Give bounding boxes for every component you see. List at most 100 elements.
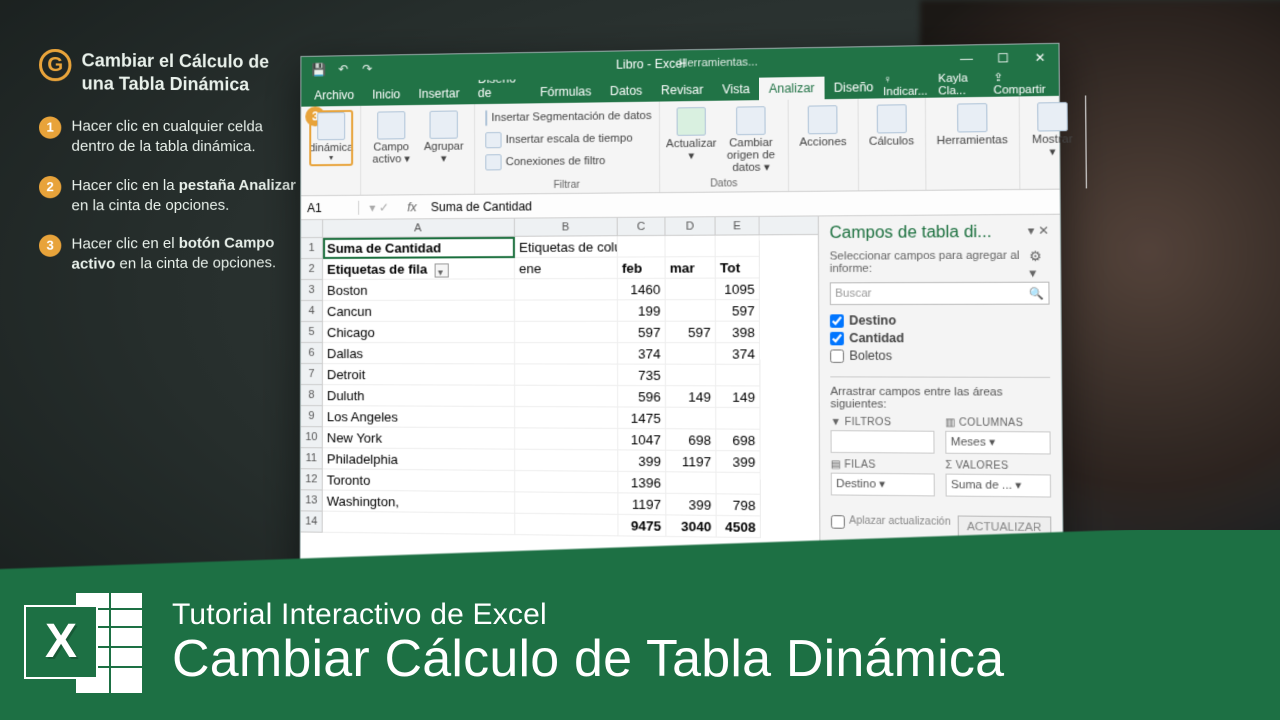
cell[interactable]: 597: [618, 322, 666, 343]
filter-item[interactable]: Insertar escala de tiempo: [483, 128, 650, 150]
cell[interactable]: [618, 236, 666, 258]
ribbon-tab-inicio[interactable]: Inicio: [363, 83, 409, 106]
cell[interactable]: feb: [618, 257, 666, 279]
rows-drop[interactable]: Destino ▾: [831, 473, 935, 497]
redo-icon[interactable]: ↷: [357, 59, 377, 79]
cell[interactable]: Detroit: [323, 364, 515, 386]
row-header[interactable]: 2: [301, 259, 323, 280]
cell[interactable]: [666, 300, 716, 322]
row-header[interactable]: 12: [301, 469, 323, 490]
cell[interactable]: 1197: [666, 451, 716, 473]
cell[interactable]: Boston: [323, 279, 515, 301]
cell[interactable]: [515, 471, 618, 493]
cell[interactable]: 698: [666, 429, 716, 451]
col-header-a[interactable]: A: [323, 219, 515, 237]
cell[interactable]: Etiquetas de columna: [515, 236, 618, 258]
cell[interactable]: 1460: [618, 279, 666, 301]
cell[interactable]: [515, 279, 618, 301]
cell[interactable]: 735: [618, 365, 666, 387]
dropdown-icon[interactable]: [435, 263, 449, 277]
col-header-c[interactable]: C: [618, 218, 666, 236]
tools-button[interactable]: Herramientas: [934, 101, 1010, 150]
cell[interactable]: 199: [618, 300, 666, 322]
row-header[interactable]: 11: [301, 448, 323, 469]
cell[interactable]: 1095: [716, 278, 760, 300]
cell[interactable]: 1197: [618, 493, 666, 515]
cell[interactable]: Duluth: [323, 385, 515, 407]
cell[interactable]: 597: [716, 300, 760, 322]
cell[interactable]: [515, 428, 618, 450]
cell[interactable]: [666, 343, 716, 365]
filters-drop[interactable]: [831, 430, 935, 454]
field-checkbox[interactable]: Destino: [830, 313, 1050, 328]
row-header[interactable]: 13: [301, 490, 323, 511]
gear-icon[interactable]: ⚙ ▾: [1029, 248, 1049, 282]
cell[interactable]: [515, 322, 618, 343]
ribbon-tab-revisar[interactable]: Revisar: [652, 78, 713, 101]
cell[interactable]: Los Angeles: [323, 406, 515, 428]
save-icon[interactable]: 💾: [309, 59, 329, 79]
cell[interactable]: [716, 408, 760, 430]
cell[interactable]: Tot: [716, 257, 760, 279]
cell[interactable]: [515, 407, 618, 429]
col-header-e[interactable]: E: [716, 217, 760, 235]
row-header[interactable]: 5: [301, 322, 323, 343]
cell[interactable]: 596: [618, 386, 666, 408]
col-header-b[interactable]: B: [515, 218, 618, 236]
cell[interactable]: Etiquetas de fila: [323, 258, 515, 280]
cell[interactable]: [515, 364, 618, 386]
name-box[interactable]: A1: [301, 200, 359, 214]
cell[interactable]: [515, 343, 618, 364]
user-label[interactable]: Kayla Cla...: [938, 72, 982, 98]
cell[interactable]: Philadelphia: [323, 448, 515, 471]
cell[interactable]: 374: [716, 343, 760, 365]
row-header[interactable]: 10: [301, 427, 323, 448]
ribbon-tab-fórmulas[interactable]: Fórmulas: [531, 80, 601, 103]
col-header-d[interactable]: D: [665, 217, 715, 235]
cell[interactable]: 374: [618, 343, 666, 365]
refresh-button[interactable]: Actualizar ▾: [668, 105, 714, 165]
cell[interactable]: [515, 450, 618, 472]
cell[interactable]: Suma de Cantidad: [323, 237, 515, 259]
columns-drop[interactable]: Meses ▾: [945, 431, 1051, 455]
minimize-icon[interactable]: —: [948, 45, 985, 73]
row-header[interactable]: 6: [301, 343, 323, 364]
share-button[interactable]: ⇪ Compartir: [993, 70, 1046, 97]
undo-icon[interactable]: ↶: [333, 59, 353, 79]
cell[interactable]: 398: [716, 322, 760, 344]
pivot-table-button[interactable]: dinámica▾: [309, 110, 353, 165]
defer-update-checkbox[interactable]: Aplazar actualización: [831, 515, 951, 530]
ribbon-tab-insertar[interactable]: Insertar: [409, 82, 468, 105]
cell[interactable]: Cancun: [323, 301, 515, 322]
row-header[interactable]: 4: [301, 301, 323, 322]
ribbon-tab-analizar[interactable]: Analizar: [759, 77, 824, 101]
field-search-input[interactable]: Buscar🔍: [830, 282, 1050, 305]
cell[interactable]: [716, 235, 760, 257]
filter-item[interactable]: Insertar Segmentación de datos: [483, 106, 650, 128]
close-icon[interactable]: ✕: [1021, 44, 1058, 72]
cell[interactable]: 399: [666, 494, 716, 516]
cell[interactable]: Toronto: [323, 469, 515, 492]
cell[interactable]: 1475: [618, 407, 666, 429]
cell[interactable]: [666, 365, 716, 387]
cell[interactable]: Chicago: [323, 322, 515, 343]
cell[interactable]: [515, 300, 618, 321]
cell[interactable]: Washington,: [323, 490, 516, 513]
ribbon-tab-vista[interactable]: Vista: [713, 78, 760, 101]
cell[interactable]: 1396: [618, 472, 666, 494]
cell[interactable]: ene: [515, 258, 618, 280]
ribbon-tab-datos[interactable]: Datos: [601, 79, 652, 102]
cell[interactable]: New York: [323, 427, 515, 449]
field-checkbox[interactable]: Cantidad: [830, 331, 1050, 346]
cell[interactable]: [666, 472, 716, 494]
cell[interactable]: [716, 473, 760, 495]
group-button[interactable]: Agrupar ▾: [421, 108, 466, 167]
field-checkbox[interactable]: Boletos: [830, 348, 1050, 363]
row-header[interactable]: 8: [301, 385, 323, 406]
close-pane-icon[interactable]: ▾ ✕: [1028, 223, 1049, 238]
cell[interactable]: 1047: [618, 429, 666, 451]
filter-item[interactable]: Conexiones de filtro: [483, 150, 651, 172]
formula-value[interactable]: Suma de Cantidad: [425, 199, 538, 214]
calc-button[interactable]: Cálculos: [867, 102, 917, 150]
tell-me[interactable]: ♀ Indicar...: [883, 72, 928, 97]
